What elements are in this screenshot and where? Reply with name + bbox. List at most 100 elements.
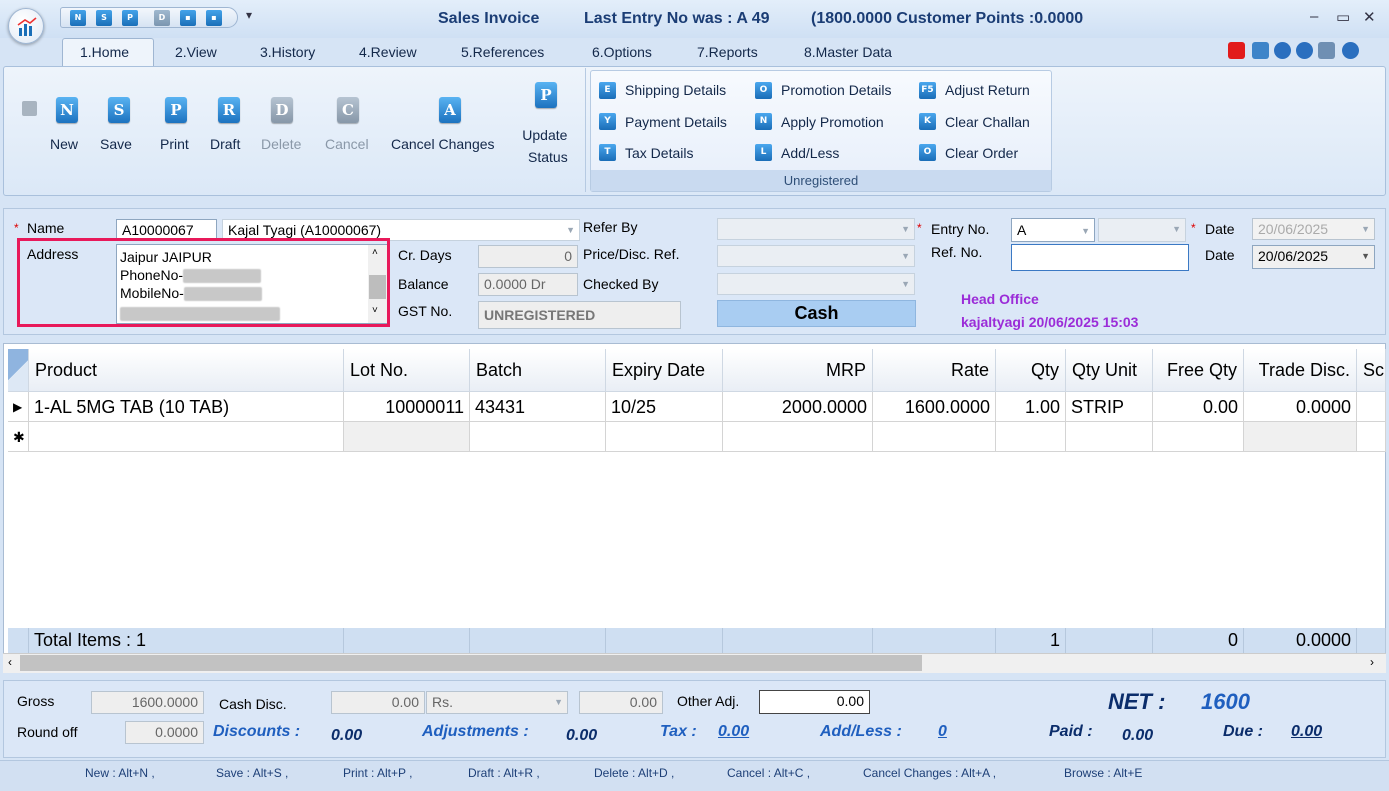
tab-history[interactable]: 3.History — [260, 44, 315, 60]
new-cell-free[interactable] — [1153, 422, 1244, 452]
col-free-qty[interactable]: Free Qty — [1153, 349, 1244, 392]
col-qty-unit[interactable]: Qty Unit — [1066, 349, 1153, 392]
cell-free-qty[interactable]: 0.00 — [1153, 392, 1244, 422]
col-mrp[interactable]: MRP — [723, 349, 873, 392]
entry-number-select[interactable]: ▼ — [1098, 218, 1186, 242]
update-status-button[interactable]: Update Status — [522, 124, 567, 168]
cell-trade-disc[interactable]: 0.0000 — [1244, 392, 1357, 422]
col-lot-no[interactable]: Lot No. — [344, 349, 470, 392]
tab-view[interactable]: 2.View — [175, 44, 217, 60]
app-logo-icon[interactable] — [8, 8, 44, 44]
tab-master-data[interactable]: 8.Master Data — [804, 44, 892, 60]
chevron-left-icon[interactable]: ‹ — [8, 655, 12, 669]
col-trade-disc[interactable]: Trade Disc. — [1244, 349, 1357, 392]
chevron-down-icon[interactable]: ▼ — [901, 246, 910, 266]
col-expiry-date[interactable]: Expiry Date — [606, 349, 723, 392]
delete-button[interactable]: Delete — [261, 136, 301, 152]
new-cell-lot[interactable] — [344, 422, 470, 452]
image-icon[interactable] — [1252, 42, 1269, 59]
promotion-details-button[interactable]: Promotion Details — [781, 82, 892, 98]
tab-reports[interactable]: 7.Reports — [697, 44, 758, 60]
cell-expiry[interactable]: 10/25 — [606, 392, 723, 422]
qat-misc1-icon[interactable]: ▪ — [180, 10, 196, 26]
qat-new-icon[interactable]: N — [70, 10, 86, 26]
checked-by-select[interactable]: ▼ — [717, 273, 915, 295]
cell-lot-no[interactable]: 10000011 — [344, 392, 470, 422]
edit-icon[interactable] — [1318, 42, 1335, 59]
qat-misc2-icon[interactable]: ▪ — [206, 10, 222, 26]
qat-save-icon[interactable]: S — [96, 10, 112, 26]
new-cell-unit[interactable] — [1066, 422, 1153, 452]
new-row-icon[interactable]: ✱ — [8, 422, 29, 452]
cell-sc[interactable] — [1357, 392, 1386, 422]
tax-details-button[interactable]: Tax Details — [625, 145, 693, 161]
tab-options[interactable]: 6.Options — [592, 44, 652, 60]
addless-value-link[interactable]: 0 — [938, 723, 947, 741]
minimize-icon[interactable]: – — [1310, 8, 1318, 25]
cell-qty-unit[interactable]: STRIP — [1066, 392, 1153, 422]
tax-value-link[interactable]: 0.00 — [718, 723, 749, 741]
cash-disc-unit-select[interactable]: Rs. ▼ — [426, 691, 568, 714]
chevron-down-icon[interactable]: ▼ — [566, 220, 575, 240]
col-batch[interactable]: Batch — [470, 349, 606, 392]
cell-rate[interactable]: 1600.0000 — [873, 392, 996, 422]
clear-order-button[interactable]: Clear Order — [945, 145, 1018, 161]
new-cell-batch[interactable] — [470, 422, 606, 452]
new-cell-expiry[interactable] — [606, 422, 723, 452]
chevron-down-icon[interactable]: ▼ — [554, 692, 563, 712]
entry-series-select[interactable]: A ▼ — [1011, 218, 1095, 242]
cell-product[interactable]: 1-AL 5MG TAB (10 TAB) — [29, 392, 344, 422]
new-cell-product[interactable] — [29, 422, 344, 452]
col-sc[interactable]: Sc — [1357, 349, 1386, 392]
draft-button[interactable]: Draft — [210, 136, 240, 152]
cash-disc-field[interactable]: 0.00 — [331, 691, 425, 714]
col-product[interactable]: Product — [29, 349, 344, 392]
cell-qty[interactable]: 1.00 — [996, 392, 1066, 422]
shipping-details-button[interactable]: Shipping Details — [625, 82, 726, 98]
add-less-button[interactable]: Add/Less — [781, 145, 839, 161]
close-icon[interactable]: ✕ — [1363, 8, 1376, 26]
new-cell-qty[interactable] — [996, 422, 1066, 452]
qat-delete-icon[interactable]: D — [154, 10, 170, 26]
chevron-right-icon[interactable]: › — [1370, 655, 1374, 669]
row-selector-icon[interactable]: ▶ — [8, 392, 29, 422]
new-cell-rate[interactable] — [873, 422, 996, 452]
refer-by-select[interactable]: ▼ — [717, 218, 915, 240]
new-cell-sc[interactable] — [1357, 422, 1386, 452]
cr-days-field[interactable]: 0 — [478, 245, 578, 268]
new-cell-trade[interactable] — [1244, 422, 1357, 452]
maximize-icon[interactable]: ▭ — [1336, 8, 1350, 26]
new-cell-mrp[interactable] — [723, 422, 873, 452]
tab-home[interactable]: 1.Home — [80, 44, 129, 60]
tab-review[interactable]: 4.Review — [359, 44, 417, 60]
youtube-icon[interactable] — [1228, 42, 1245, 59]
info-icon[interactable] — [1342, 42, 1359, 59]
qat-print-icon[interactable]: P — [122, 10, 138, 26]
cell-mrp[interactable]: 2000.0000 — [723, 392, 873, 422]
col-qty[interactable]: Qty — [996, 349, 1066, 392]
grid-scroll-thumb[interactable] — [20, 655, 922, 671]
qat-dropdown-icon[interactable]: ▾ — [246, 8, 252, 22]
clear-challan-button[interactable]: Clear Challan — [945, 114, 1030, 130]
payment-details-button[interactable]: Payment Details — [625, 114, 727, 130]
chevron-down-icon[interactable]: ▼ — [901, 219, 910, 239]
new-button[interactable]: New — [50, 136, 78, 152]
adjust-return-button[interactable]: Adjust Return — [945, 82, 1030, 98]
cell-batch[interactable]: 43431 — [470, 392, 606, 422]
chevron-down-icon[interactable]: ▼ — [901, 274, 910, 294]
col-rate[interactable]: Rate — [873, 349, 996, 392]
apply-promotion-button[interactable]: Apply Promotion — [781, 114, 884, 130]
chevron-down-icon[interactable]: ▼ — [1361, 246, 1370, 266]
save-button[interactable]: Save — [100, 136, 132, 152]
ref-no-input[interactable] — [1011, 244, 1189, 271]
print-button[interactable]: Print — [160, 136, 189, 152]
tab-references[interactable]: 5.References — [461, 44, 544, 60]
cancel-button[interactable]: Cancel — [325, 136, 369, 152]
cancel-changes-button[interactable]: Cancel Changes — [391, 136, 495, 152]
date-field-2[interactable]: 20/06/2025 ▼ — [1252, 245, 1375, 269]
refresh-icon[interactable] — [1274, 42, 1291, 59]
price-disc-select[interactable]: ▼ — [717, 245, 915, 267]
chevron-down-icon[interactable]: ▼ — [1172, 219, 1181, 239]
help-icon[interactable] — [1296, 42, 1313, 59]
other-adj-input[interactable]: 0.00 — [759, 690, 870, 714]
